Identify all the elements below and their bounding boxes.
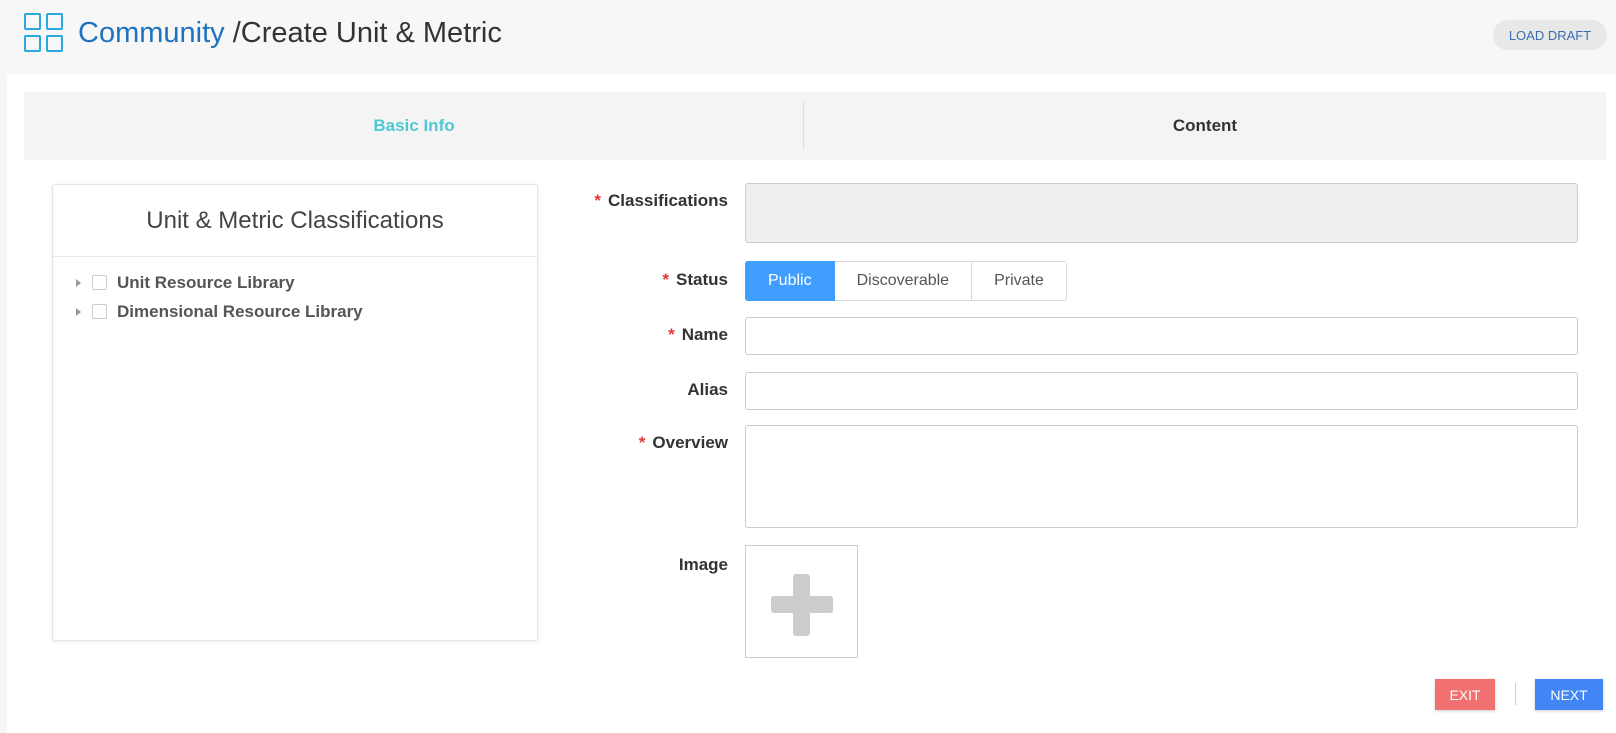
button-divider	[1515, 683, 1516, 705]
alias-label: Alias	[687, 380, 728, 399]
expand-arrow-icon[interactable]	[76, 279, 81, 287]
expand-arrow-icon[interactable]	[76, 308, 81, 316]
status-private-button[interactable]: Private	[972, 261, 1067, 301]
alias-input[interactable]	[745, 372, 1578, 410]
tab-content[interactable]: Content	[804, 92, 1606, 160]
tree-item-label: Dimensional Resource Library	[117, 302, 363, 321]
exit-button[interactable]: EXIT	[1435, 679, 1495, 710]
required-marker: *	[638, 433, 646, 452]
status-discoverable-button[interactable]: Discoverable	[834, 261, 973, 301]
tree-item-label: Unit Resource Library	[117, 273, 295, 292]
image-upload-button[interactable]	[745, 545, 858, 658]
required-marker: *	[662, 270, 670, 289]
plus-icon-bar	[771, 596, 833, 613]
tree-item-unit-resource-library[interactable]: Unit Resource Library	[53, 268, 537, 297]
breadcrumb: Community /Create Unit & Metric	[78, 14, 502, 52]
status-label: * Status	[662, 270, 728, 289]
breadcrumb-current-page: /Create Unit & Metric	[232, 17, 502, 49]
name-input[interactable]	[745, 317, 1578, 355]
overview-label: * Overview	[638, 433, 728, 452]
name-label: * Name	[668, 325, 728, 344]
required-marker: *	[668, 325, 675, 344]
classifications-field[interactable]	[745, 183, 1578, 243]
status-public-button[interactable]: Public	[745, 261, 835, 301]
tab-basic-info[interactable]: Basic Info	[24, 92, 804, 160]
required-marker: *	[594, 191, 601, 210]
load-draft-button[interactable]: LOAD DRAFT	[1493, 20, 1607, 50]
tree-checkbox[interactable]	[92, 304, 107, 319]
breadcrumb-community-link[interactable]: Community	[78, 17, 225, 49]
overview-textarea[interactable]	[745, 425, 1578, 528]
step-tabs: Basic Info Content	[24, 92, 1606, 160]
next-button[interactable]: NEXT	[1535, 679, 1603, 710]
image-label: Image	[678, 555, 728, 574]
page-header: Community /Create Unit & Metric LOAD DRA…	[0, 0, 1616, 74]
classifications-panel: Unit & Metric Classifications Unit Resou…	[52, 184, 538, 641]
classifications-label: * Classifications	[594, 191, 728, 210]
tree-checkbox[interactable]	[92, 275, 107, 290]
grid-logo-icon	[24, 13, 64, 53]
status-segmented-control: Public Discoverable Private	[745, 261, 1067, 301]
classification-tree: Unit Resource Library Dimensional Resour…	[53, 257, 537, 326]
tree-item-dimensional-resource-library[interactable]: Dimensional Resource Library	[53, 297, 537, 326]
classifications-panel-title: Unit & Metric Classifications	[53, 185, 537, 257]
